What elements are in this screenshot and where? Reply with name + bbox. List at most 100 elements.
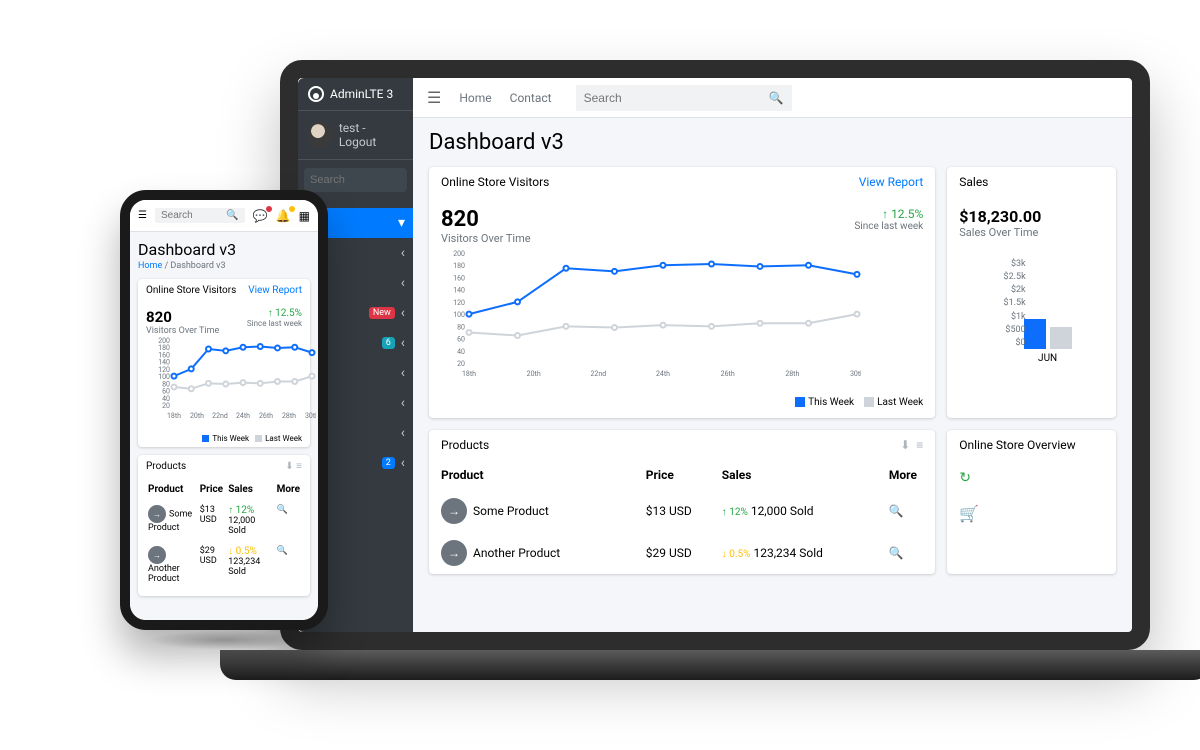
comments-icon[interactable]: 💬 [253, 209, 268, 223]
search-icon[interactable]: 🔍 [277, 505, 288, 515]
download-icon[interactable]: ⬇ [285, 461, 293, 472]
sales-bar-primary [1024, 319, 1046, 349]
sales-y-axis: $3k$2.5k$2k$1.5k$1k$500$0 [992, 259, 1026, 349]
mobile-products-title: Products [146, 461, 186, 472]
breadcrumb-current: Dashboard v3 [170, 261, 225, 271]
products-title: Products [441, 438, 489, 452]
menu-icon[interactable]: ≡ [916, 438, 923, 452]
svg-text:24th: 24th [656, 370, 670, 378]
m-col-price: Price [200, 480, 226, 499]
m-col-product: Product [148, 480, 198, 499]
visitors-value: 820 [441, 207, 531, 232]
nav-contact[interactable]: Contact [510, 91, 552, 105]
sales-bar-label: JUN [1038, 353, 1057, 364]
user-panel[interactable]: test - Logout [298, 111, 413, 160]
mobile-legend: This Week Last Week [138, 430, 310, 447]
card-sales: Sales $18,230.00 Sales Over Time $3k$2.5… [947, 167, 1116, 418]
sidebar-search-input[interactable] [310, 174, 401, 186]
brand[interactable]: AdminLTE 3 [298, 78, 413, 111]
svg-text:80: 80 [162, 380, 170, 388]
svg-text:200: 200 [158, 337, 170, 345]
hamburger-icon[interactable]: ☰ [138, 210, 147, 221]
card-products: Products ⬇ ≡ Product Price Sales [429, 430, 935, 574]
top-search[interactable]: 🔍 [576, 85, 792, 111]
bell-icon[interactable]: 🔔 [276, 209, 291, 223]
mobile-visitors-title: Online Store Visitors [146, 285, 236, 296]
mobile-report-link[interactable]: View Report [248, 285, 302, 296]
chevron-left-icon: ‹ [401, 425, 405, 441]
svg-text:120: 120 [158, 366, 170, 374]
svg-text:180: 180 [453, 262, 465, 270]
svg-text:40: 40 [457, 348, 465, 356]
user-name: test - Logout [339, 121, 403, 149]
mobile-visitors-subtitle: Visitors Over Time [146, 326, 219, 336]
search-icon[interactable]: 🔍 [277, 546, 288, 556]
svg-text:20th: 20th [527, 370, 541, 378]
mobile-visitors-value: 820 [146, 308, 219, 326]
hamburger-icon[interactable]: ☰ [427, 88, 441, 107]
svg-text:22nd: 22nd [212, 412, 228, 420]
visitors-report-link[interactable]: View Report [859, 175, 924, 189]
download-icon[interactable]: ⬇ [900, 438, 910, 452]
badge-count: 2 [382, 457, 395, 469]
col-more: More [889, 460, 935, 490]
brand-logo-icon [308, 86, 324, 102]
search-icon[interactable]: 🔍 [889, 546, 904, 560]
sales-title: Sales [959, 175, 988, 189]
badge-count: 6 [382, 337, 395, 349]
svg-text:26th: 26th [259, 412, 273, 420]
product-icon: → [441, 498, 467, 524]
svg-text:30th: 30th [850, 370, 861, 378]
mobile-search[interactable]: 🔍 [155, 208, 245, 223]
card-visitors: Online Store Visitors View Report 820 Vi… [429, 167, 935, 418]
chevron-left-icon: ‹ [401, 365, 405, 381]
cart-icon[interactable]: 🛒 [959, 504, 1104, 523]
svg-text:80: 80 [457, 323, 465, 331]
nav-home[interactable]: Home [459, 91, 491, 105]
svg-text:60: 60 [162, 388, 170, 396]
table-row[interactable]: →Another Product $29 USD ↓ 0.5% 123,234 … [429, 532, 935, 574]
product-icon: → [148, 505, 166, 523]
page-title: Dashboard v3 [429, 130, 1116, 155]
svg-text:160: 160 [158, 351, 170, 359]
col-product: Product [429, 460, 646, 490]
refresh-icon[interactable]: ↻ [959, 470, 1104, 486]
chevron-left-icon: ‹ [401, 395, 405, 411]
svg-text:100: 100 [453, 311, 465, 319]
avatar [308, 122, 333, 148]
svg-text:28th: 28th [282, 412, 296, 420]
visitors-title: Online Store Visitors [441, 175, 549, 189]
svg-text:160: 160 [453, 274, 465, 282]
top-navbar: ☰ Home Contact 🔍 [413, 78, 1132, 118]
svg-text:18th: 18th [167, 412, 181, 420]
svg-text:120: 120 [453, 299, 465, 307]
sales-bar-secondary [1050, 327, 1072, 350]
col-sales: Sales [722, 460, 889, 490]
svg-text:140: 140 [158, 359, 170, 367]
chevron-left-icon: ‹ [401, 305, 405, 321]
mobile-card-visitors: Online Store Visitors View Report 820 Vi… [138, 279, 310, 447]
top-search-input[interactable] [584, 91, 739, 105]
visitors-subtitle: Visitors Over Time [441, 232, 531, 245]
svg-text:30th: 30th [305, 412, 316, 420]
product-icon: → [441, 540, 467, 566]
mobile-page-title: Dashboard v3 [138, 240, 310, 259]
table-row[interactable]: →Some Product $13 USD ↑ 12% 12,000 Sold … [148, 501, 300, 540]
table-row[interactable]: →Another Product $29 USD ↓ 0.5% 123,234 … [148, 542, 300, 588]
card-overview: Online Store Overview ↻ 🛒 [947, 430, 1116, 574]
search-icon[interactable]: 🔍 [889, 504, 904, 518]
sidebar-search[interactable] [304, 168, 407, 192]
svg-text:26th: 26th [721, 370, 735, 378]
search-icon[interactable]: 🔍 [769, 91, 784, 105]
mobile-delta-note: Since last week [247, 319, 302, 328]
chevron-left-icon: ‹ [401, 275, 405, 291]
svg-text:18th: 18th [462, 370, 476, 378]
mobile-visitors-delta: ↑ 12.5% [247, 308, 302, 319]
m-col-sales: Sales [228, 480, 274, 499]
menu-icon[interactable]: ≡ [296, 461, 302, 472]
table-row[interactable]: →Some Product $13 USD ↑ 12% 12,000 Sold … [429, 490, 935, 532]
mobile-search-input[interactable] [161, 210, 221, 221]
breadcrumb-home[interactable]: Home [138, 261, 162, 271]
grid-icon[interactable]: ▦ [299, 209, 310, 223]
search-icon[interactable]: 🔍 [226, 210, 238, 221]
